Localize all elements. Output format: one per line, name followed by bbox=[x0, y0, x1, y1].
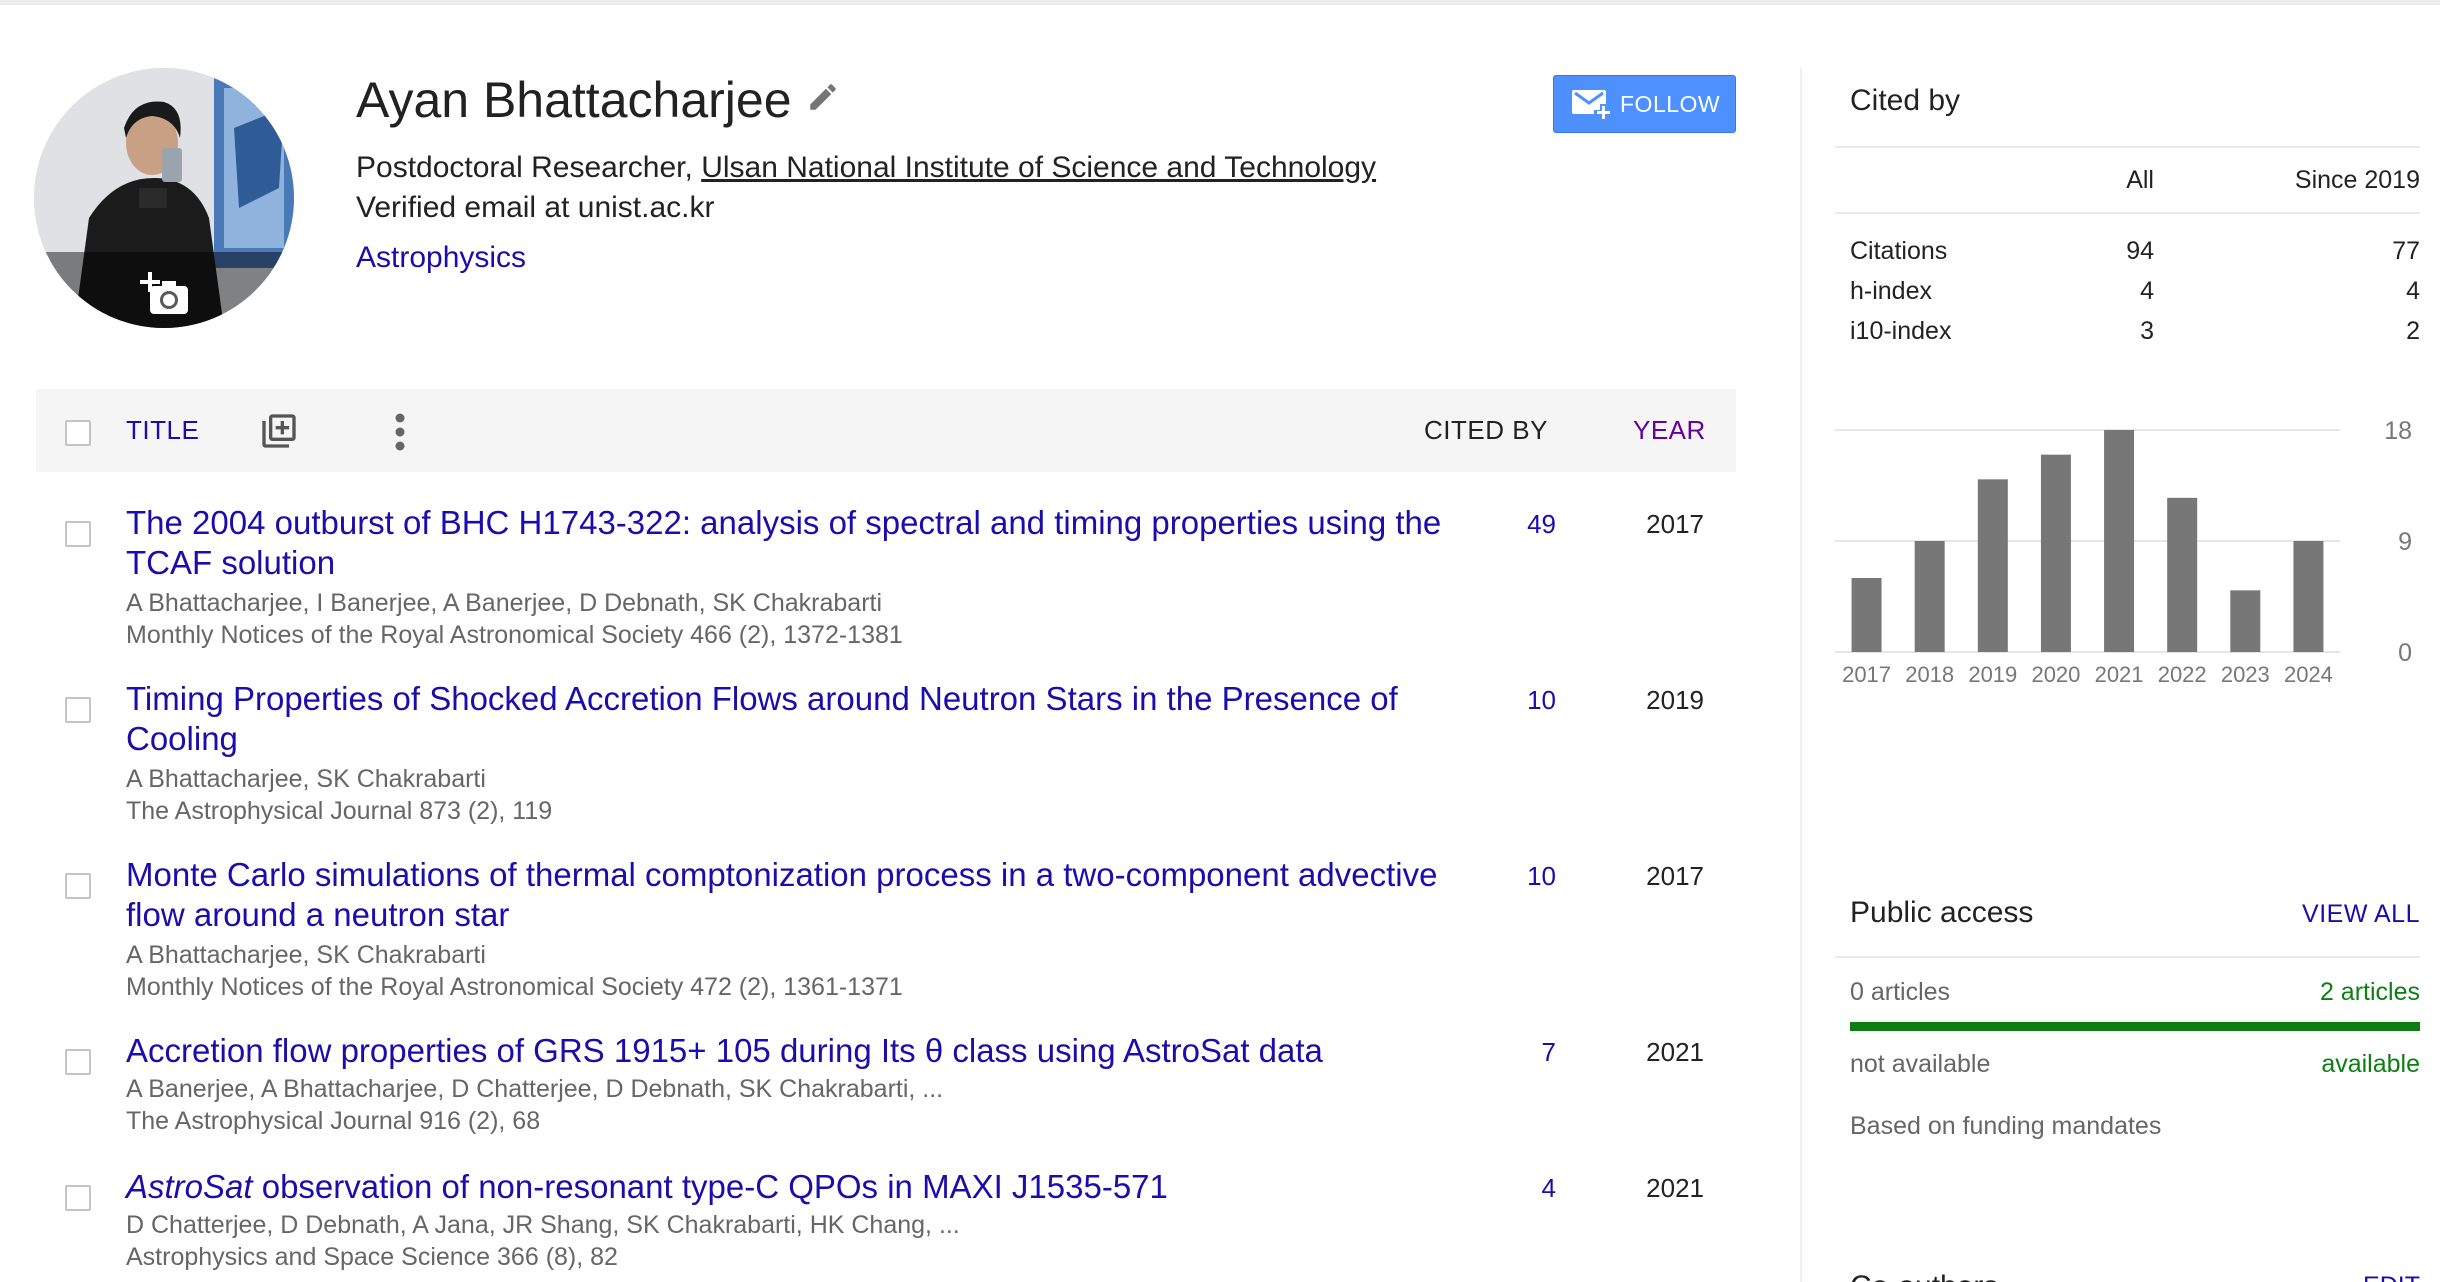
article-year: 2017 bbox=[1646, 861, 1704, 891]
row-checkbox[interactable] bbox=[65, 697, 91, 723]
article-title-link[interactable]: Monte Carlo simulations of thermal compt… bbox=[126, 855, 1456, 935]
article-title-rest: observation of non-resonant type-C QPOs … bbox=[252, 1168, 1168, 1205]
mail-icon bbox=[1572, 90, 1610, 119]
metric-label: i10-index bbox=[1850, 317, 1952, 345]
row-checkbox[interactable] bbox=[65, 521, 91, 547]
row-checkbox[interactable] bbox=[65, 1185, 91, 1211]
section-divider bbox=[1835, 146, 2420, 148]
metric-since: 4 bbox=[2406, 277, 2420, 305]
metric-since: 2 bbox=[2406, 317, 2420, 345]
chart-bar[interactable] bbox=[2230, 590, 2261, 652]
metric-all: 4 bbox=[2140, 277, 2154, 305]
y-tick-label: 18 bbox=[2384, 420, 2412, 445]
chart-bar[interactable] bbox=[2293, 541, 2324, 652]
sort-by-year[interactable]: YEAR bbox=[1633, 415, 1706, 446]
col-all-header: All bbox=[2126, 166, 2154, 194]
x-tick-label: 2021 bbox=[2095, 662, 2144, 687]
cited-by-count[interactable]: 10 bbox=[1527, 861, 1556, 892]
metric-label: Citations bbox=[1850, 237, 1948, 265]
chart-bar[interactable] bbox=[1977, 479, 2008, 652]
section-divider bbox=[1835, 956, 2420, 958]
public-access-title: Public access bbox=[1850, 896, 2034, 929]
article-year: 2017 bbox=[1646, 509, 1704, 539]
y-tick-label: 0 bbox=[2398, 639, 2412, 667]
article-authors: A Bhattacharjee, SK Chakrabarti bbox=[126, 765, 486, 793]
cited-by-count[interactable]: 4 bbox=[1542, 1173, 1556, 1204]
article-authors: A Banerjee, A Bhattacharjee, D Chatterje… bbox=[126, 1075, 944, 1103]
x-tick-label: 2023 bbox=[2221, 662, 2270, 687]
x-tick-label: 2020 bbox=[2031, 662, 2080, 687]
chart-bar[interactable] bbox=[1914, 541, 1945, 652]
y-tick-label: 9 bbox=[2398, 528, 2412, 556]
follow-label: FOLLOW bbox=[1620, 90, 1721, 117]
select-all-checkbox[interactable] bbox=[65, 420, 91, 446]
institution-link[interactable]: Ulsan National Institute of Science and … bbox=[701, 151, 1376, 184]
view-all-link[interactable]: VIEW ALL bbox=[2302, 900, 2420, 929]
article-venue: The Astrophysical Journal 916 (2), 68 bbox=[126, 1107, 541, 1135]
x-tick-label: 2017 bbox=[1842, 662, 1891, 687]
cited-by-count[interactable]: 10 bbox=[1527, 685, 1556, 716]
follow-button[interactable]: FOLLOW bbox=[1553, 75, 1736, 133]
article-title-link[interactable]: Timing Properties of Shocked Accretion F… bbox=[126, 679, 1456, 759]
x-tick-label: 2024 bbox=[2284, 662, 2333, 687]
col-since-header: Since 2019 bbox=[2294, 166, 2420, 194]
article-venue: Monthly Notices of the Royal Astronomica… bbox=[126, 621, 903, 649]
articles-table-header: TITLE CITED BY YEAR bbox=[36, 389, 1736, 472]
chart-bar[interactable] bbox=[2167, 497, 2198, 652]
chart-bar[interactable] bbox=[2040, 454, 2071, 652]
cited-by-title: Cited by bbox=[1850, 84, 1961, 117]
add-photo-icon[interactable] bbox=[140, 268, 192, 320]
x-tick-label: 2018 bbox=[1905, 662, 1954, 687]
article-venue: Astrophysics and Space Science 366 (8), … bbox=[126, 1243, 618, 1271]
metric-all: 94 bbox=[2126, 237, 2154, 265]
article-year: 2021 bbox=[1646, 1173, 1704, 1203]
article-authors: A Bhattacharjee, SK Chakrabarti bbox=[126, 941, 486, 969]
position-text: Postdoctoral Researcher, bbox=[356, 151, 702, 184]
row-checkbox[interactable] bbox=[65, 873, 91, 899]
coauthors-edit-link[interactable]: EDIT bbox=[2363, 1272, 2420, 1282]
add-article-icon[interactable] bbox=[259, 411, 299, 451]
affiliation: Postdoctoral Researcher, Ulsan National … bbox=[356, 150, 1376, 186]
article-title-link[interactable]: AstroSat observation of non-resonant typ… bbox=[126, 1167, 1456, 1207]
metric-label: h-index bbox=[1850, 277, 1932, 305]
cited-by-count[interactable]: 7 bbox=[1542, 1037, 1556, 1068]
top-divider bbox=[0, 0, 2440, 5]
sort-by-title[interactable]: TITLE bbox=[126, 415, 199, 446]
article-authors: D Chatterjee, D Debnath, A Jana, JR Shan… bbox=[126, 1211, 960, 1239]
chart-bar[interactable] bbox=[2104, 430, 2135, 652]
available-count[interactable]: 2 articles bbox=[2320, 978, 2420, 1007]
available-label: available bbox=[2321, 1050, 2420, 1078]
article-authors: A Bhattacharjee, I Banerjee, A Banerjee,… bbox=[126, 589, 883, 617]
row-checkbox[interactable] bbox=[65, 1049, 91, 1075]
public-access-bar bbox=[1850, 1022, 2420, 1031]
edit-profile-icon[interactable] bbox=[806, 80, 840, 114]
section-divider bbox=[1835, 212, 2420, 214]
article-year: 2019 bbox=[1646, 685, 1704, 715]
not-available-label: not available bbox=[1850, 1050, 1991, 1078]
chart-bar[interactable] bbox=[1851, 578, 1882, 652]
article-venue: Monthly Notices of the Royal Astronomica… bbox=[126, 973, 903, 1001]
article-title-italic: AstroSat bbox=[126, 1168, 253, 1205]
article-year: 2021 bbox=[1646, 1037, 1704, 1067]
column-divider bbox=[1800, 68, 1802, 1282]
article-title-link[interactable]: Accretion flow properties of GRS 1915+ 1… bbox=[126, 1031, 1456, 1071]
verified-email: Verified email at unist.ac.kr bbox=[356, 191, 715, 224]
profile-photo[interactable] bbox=[34, 68, 294, 328]
x-tick-label: 2022 bbox=[2158, 662, 2207, 687]
more-options-icon[interactable] bbox=[394, 413, 406, 451]
research-interest-link[interactable]: Astrophysics bbox=[356, 240, 526, 276]
x-tick-label: 2019 bbox=[1968, 662, 2017, 687]
article-title-link[interactable]: The 2004 outburst of BHC H1743-322: anal… bbox=[126, 503, 1456, 583]
coauthors-title: Co-authors bbox=[1850, 1270, 1998, 1282]
sort-by-cited[interactable]: CITED BY bbox=[1424, 415, 1548, 446]
metric-all: 3 bbox=[2140, 317, 2154, 345]
citations-bar-chart: 18 9 0 2017 2018 2019 2020 2021 2022 2023 2024 bbox=[1835, 420, 2412, 687]
funding-mandates-note: Based on funding mandates bbox=[1850, 1112, 2162, 1140]
article-venue: The Astrophysical Journal 873 (2), 119 bbox=[126, 797, 553, 825]
metric-since: 77 bbox=[2392, 237, 2420, 265]
not-available-count[interactable]: 0 articles bbox=[1850, 978, 1950, 1007]
profile-name: Ayan Bhattacharjee bbox=[356, 72, 792, 128]
cited-by-count[interactable]: 49 bbox=[1527, 509, 1556, 540]
